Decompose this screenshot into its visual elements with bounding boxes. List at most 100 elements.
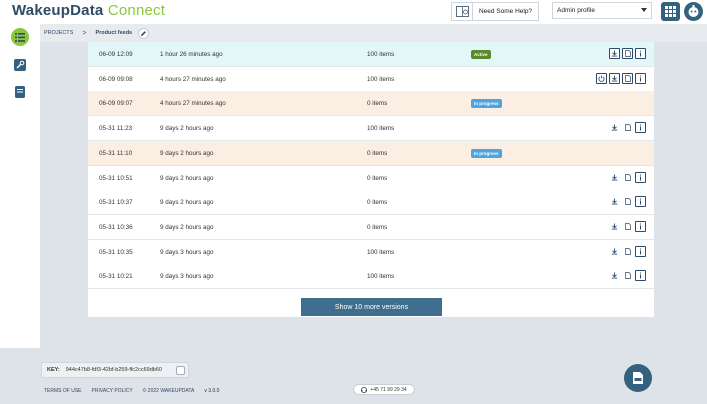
version-relative-time: 9 days 2 hours ago: [160, 174, 214, 182]
info-icon[interactable]: [635, 72, 646, 84]
table-row: 05-31 11:10 9 days 2 hours ago 0 items In p…: [88, 140, 654, 166]
export-xml-icon[interactable]: [624, 364, 652, 392]
table-row: 05-31 11:23 9 days 2 hours ago 100 items: [88, 116, 654, 142]
row-actions: [609, 220, 646, 232]
download-icon[interactable]: [609, 172, 620, 183]
download-icon[interactable]: [609, 196, 620, 207]
status-badge: In progress: [471, 148, 502, 158]
sidebar-item-projects[interactable]: [11, 28, 29, 46]
breadcrumb-separator: >: [82, 29, 87, 37]
version-date: 05-31 10:37: [99, 199, 133, 207]
document-icon[interactable]: [622, 122, 633, 133]
version-relative-time: 9 days 3 hours ago: [160, 273, 214, 281]
version-item-count: 100 items: [367, 248, 395, 256]
document-icon[interactable]: [622, 172, 633, 183]
terms-link[interactable]: TERMS OF USE: [44, 388, 82, 394]
footer-links: TERMS OF USE PRIVACY POLICY © 2022 WAKEU…: [44, 388, 219, 394]
copyright-text: © 2022 WAKEUPDATA: [142, 388, 195, 394]
version-relative-time: 9 days 2 hours ago: [160, 223, 214, 231]
document-icon[interactable]: [622, 270, 633, 281]
version-date: 05-31 10:21: [99, 273, 133, 281]
sidebar-item-tools[interactable]: [11, 56, 29, 74]
show-more-versions-button[interactable]: Show 10 more versions: [301, 298, 442, 316]
help-book-icon[interactable]: [451, 2, 473, 21]
download-icon[interactable]: [609, 72, 620, 84]
key-value: 944c47b8-fdf3-42bf-b259-ffc2cc69db60: [65, 367, 162, 373]
download-icon[interactable]: [609, 270, 620, 281]
version-item-count: 0 items: [367, 149, 388, 157]
table-row: 06-09 12:09 1 hour 26 minutes ago 100 item…: [88, 42, 654, 67]
need-help-button[interactable]: Need Some Help?: [473, 2, 539, 21]
row-actions: [596, 72, 646, 84]
status-badge: Active: [471, 50, 491, 59]
version-relative-time: 9 days 2 hours ago: [160, 199, 214, 207]
version-item-count: 100 items: [367, 51, 395, 58]
top-bar: WakeupData Connect Need Some Help? Admin…: [0, 0, 707, 24]
breadcrumb-projects[interactable]: PROJECTS: [44, 30, 73, 36]
row-actions: [609, 48, 646, 59]
sidebar-item-docs[interactable]: [11, 83, 29, 101]
version-relative-time: 1 hour 26 minutes ago: [160, 51, 223, 58]
version-date: 05-31 10:36: [99, 223, 133, 231]
brand-sub: Connect: [107, 2, 166, 19]
tools-icon: [14, 59, 26, 71]
phone-contact[interactable]: +45 71 99 29 34: [353, 384, 415, 395]
version-date: 06-09 09:08: [99, 75, 133, 83]
sidebar: [0, 24, 40, 348]
app-logo[interactable]: WakeupData Connect: [12, 2, 165, 19]
privacy-link[interactable]: PRIVACY POLICY: [92, 388, 133, 394]
info-icon[interactable]: [635, 245, 646, 257]
info-icon[interactable]: [635, 48, 646, 59]
version-date: 06-09 09:07: [99, 100, 133, 108]
row-actions: [609, 171, 646, 183]
document-icon[interactable]: [622, 196, 633, 207]
breadcrumb: PROJECTS > Product feeds: [40, 24, 707, 42]
status-badge: In progress: [471, 99, 502, 109]
version-date: 05-31 11:23: [99, 125, 133, 133]
apps-grid-icon[interactable]: [661, 2, 680, 21]
document-icon[interactable]: [622, 48, 633, 59]
book-icon: [15, 86, 25, 98]
version-relative-time: 4 hours 27 minutes ago: [160, 100, 226, 108]
download-icon[interactable]: [609, 48, 620, 59]
footer: KEY: 944c47b8-fdf3-42bf-b259-ffc2cc69db6…: [0, 348, 707, 404]
version-relative-time: 9 days 2 hours ago: [160, 149, 214, 157]
table-row: 05-31 10:51 9 days 2 hours ago 0 items: [88, 165, 654, 191]
row-actions: [609, 245, 646, 257]
info-icon[interactable]: [635, 220, 646, 232]
document-icon[interactable]: [622, 246, 633, 257]
version-item-count: 0 items: [367, 174, 388, 182]
version-item-count: 0 items: [367, 100, 388, 108]
version-item-count: 100 items: [367, 125, 395, 133]
download-icon[interactable]: [609, 122, 620, 133]
versions-table: 06-09 12:09 1 hour 26 minutes ago 100 item…: [88, 42, 654, 317]
document-icon[interactable]: [622, 72, 633, 84]
table-row: 06-09 09:08 4 hours 27 minutes ago 100 ite…: [88, 66, 654, 92]
power-icon[interactable]: [596, 72, 607, 84]
info-icon[interactable]: [635, 171, 646, 183]
version-date: 05-31 11:10: [99, 149, 133, 157]
info-icon[interactable]: [635, 196, 646, 208]
info-icon[interactable]: [635, 122, 646, 134]
info-icon[interactable]: [635, 270, 646, 282]
download-icon[interactable]: [609, 221, 620, 232]
table-row: 05-31 10:35 9 days 3 hours ago 100 items: [88, 239, 654, 265]
version-text: v 3.0.0: [204, 388, 220, 394]
version-relative-time: 9 days 2 hours ago: [160, 125, 214, 133]
profile-select[interactable]: Admin profile: [552, 2, 652, 19]
document-icon[interactable]: [622, 221, 633, 232]
profile-selected-value: Admin profile: [557, 7, 595, 14]
version-date: 05-31 10:35: [99, 248, 133, 256]
version-item-count: 0 items: [367, 223, 388, 231]
copy-icon[interactable]: [176, 366, 185, 375]
pencil-icon[interactable]: [138, 27, 150, 39]
table-row: 05-31 10:37 9 days 2 hours ago 0 items: [88, 190, 654, 216]
avatar[interactable]: [684, 2, 703, 21]
download-icon[interactable]: [609, 246, 620, 257]
brand-main: WakeupData: [12, 2, 104, 19]
table-row: 06-09 09:07 4 hours 27 minutes ago 0 items…: [88, 91, 654, 117]
version-date: 06-09 12:09: [99, 51, 133, 58]
headset-icon: [361, 386, 368, 393]
phone-number: +45 71 99 29 34: [370, 386, 407, 393]
api-key-box: KEY: 944c47b8-fdf3-42bf-b259-ffc2cc69db6…: [41, 362, 189, 378]
